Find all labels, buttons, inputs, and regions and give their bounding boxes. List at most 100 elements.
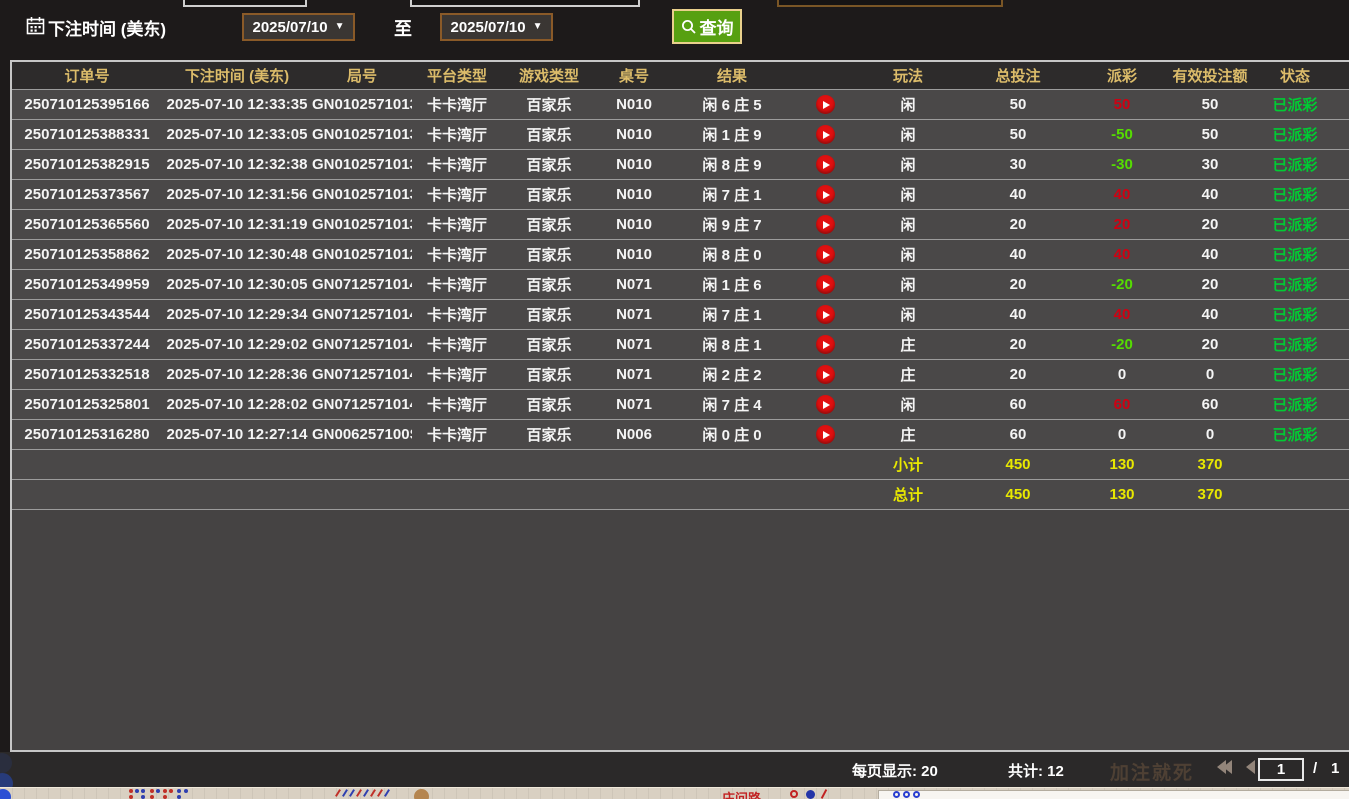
cell-bet-time: 2025-07-10 12:32:38 [162,156,312,173]
date-range-to-label: 至 [394,15,412,41]
play-video-icon[interactable] [816,185,835,204]
subtotal-row: 小计 450 130 370 [12,450,1349,480]
cell-game-type: 百家乐 [502,304,596,325]
play-video-icon[interactable] [816,125,835,144]
cell-result: 闲 7 庄 1 [672,184,792,205]
cell-total-bet: 40 [958,246,1078,263]
cell-round-number: GN01025710130 [312,216,412,233]
table-empty-area [12,510,1349,750]
cell-round-number: GN01025710133 [312,126,412,143]
col-header-result: 结果 [672,65,792,86]
col-header-order: 订单号 [12,65,162,86]
road-circle-icon [893,791,900,798]
play-video-icon[interactable] [816,305,835,324]
cell-payout: 60 [1078,396,1166,413]
cell-bet-time: 2025-07-10 12:28:36 [162,366,312,383]
play-video-icon[interactable] [816,215,835,234]
cell-total-bet: 60 [958,426,1078,443]
cell-result: 闲 0 庄 0 [672,424,792,445]
cell-total-bet: 20 [958,336,1078,353]
first-page-icon[interactable] [1217,760,1232,774]
pagination-bar: 每页显示: 20 共计: 12 加注就死 / 1 [0,752,1349,787]
cell-round-number: GN0712571014X [312,276,412,293]
cell-payout: 0 [1078,366,1166,383]
cell-status: 已派彩 [1254,184,1336,205]
cell-status: 已派彩 [1254,424,1336,445]
cell-result: 闲 6 庄 5 [672,94,792,115]
table-row: 250710125382915 2025-07-10 12:32:38 GN01… [12,150,1349,180]
cell-video [792,95,858,114]
cell-platform: 卡卡湾厅 [412,124,502,145]
play-video-icon[interactable] [816,95,835,114]
table-row: 250710125349959 2025-07-10 12:30:05 GN07… [12,270,1349,300]
cell-platform: 卡卡湾厅 [412,94,502,115]
cell-order-number: 250710125365560 [12,216,162,233]
cell-play-type: 闲 [858,394,958,415]
table-row: 250710125373567 2025-07-10 12:31:56 GN01… [12,180,1349,210]
play-video-icon[interactable] [816,245,835,264]
cell-table-number: N010 [596,156,672,173]
play-video-icon[interactable] [816,155,835,174]
col-header-partial: 游 [1336,65,1349,86]
cell-game-type: 百家乐 [502,184,596,205]
ghost-watermark-text: 加注就死 [1110,758,1194,785]
cell-payout: 0 [1078,426,1166,443]
cell-order-number: 250710125337244 [12,336,162,353]
col-header-payout: 派彩 [1078,65,1166,86]
page-separator: / [1313,760,1317,777]
table-row: 250710125325801 2025-07-10 12:28:02 GN07… [12,390,1349,420]
cutoff-input-2[interactable] [410,0,640,7]
cell-bet-time: 2025-07-10 12:33:05 [162,126,312,143]
cell-total-bet: 40 [958,306,1078,323]
cutoff-input-1[interactable] [183,0,307,7]
total-pages: 1 [1331,760,1339,777]
query-button[interactable]: 查询 [672,9,742,44]
cell-platform: 卡卡湾厅 [412,274,502,295]
cell-status: 已派彩 [1254,334,1336,355]
cell-table-number: N006 [596,426,672,443]
play-video-icon[interactable] [816,335,835,354]
cell-bet-time: 2025-07-10 12:31:19 [162,216,312,233]
cell-payout: 40 [1078,246,1166,263]
cell-round-number: GN0712571014V [312,336,412,353]
play-video-icon[interactable] [816,365,835,384]
total-valid: 370 [1166,486,1254,503]
cell-valid-bet: 40 [1166,186,1254,203]
chevron-down-icon: ▼ [335,22,345,32]
cell-round-number: GN006257100S8 [312,426,412,443]
cutoff-input-3[interactable] [777,0,1003,7]
cell-play-type: 庄 [858,424,958,445]
cell-result: 闲 8 庄 9 [672,154,792,175]
prev-page-icon[interactable] [1246,760,1255,774]
cell-valid-bet: 20 [1166,216,1254,233]
cell-table-number: N071 [596,306,672,323]
play-video-icon[interactable] [816,425,835,444]
cell-platform: 卡卡湾厅 [412,154,502,175]
cell-video [792,155,858,174]
cell-order-number: 250710125343544 [12,306,162,323]
play-video-icon[interactable] [816,395,835,414]
cell-status: 已派彩 [1254,244,1336,265]
cell-game-type: 百家乐 [502,244,596,265]
cell-total-bet: 50 [958,126,1078,143]
date-to-select[interactable]: 2025/07/10 ▼ [440,13,553,41]
cell-valid-bet: 30 [1166,156,1254,173]
cell-platform: 卡卡湾厅 [412,394,502,415]
col-header-round: 局号 [312,65,412,86]
play-video-icon[interactable] [816,275,835,294]
date-from-select[interactable]: 2025/07/10 ▼ [242,13,355,41]
cell-result: 闲 8 庄 0 [672,244,792,265]
cell-bet-time: 2025-07-10 12:33:35 [162,96,312,113]
cell-order-number: 250710125349959 [12,276,162,293]
cell-play-type: 庄 [858,334,958,355]
cell-platform: 卡卡湾厅 [412,214,502,235]
cell-result: 闲 2 庄 2 [672,364,792,385]
cell-status: 已派彩 [1254,364,1336,385]
cell-result: 闲 1 庄 6 [672,274,792,295]
cell-result: 闲 7 庄 1 [672,304,792,325]
page-number-input[interactable] [1258,758,1304,781]
cell-status: 已派彩 [1254,94,1336,115]
player-road-symbol [806,790,815,799]
subtotal-payout: 130 [1078,456,1166,473]
cell-video [792,305,858,324]
